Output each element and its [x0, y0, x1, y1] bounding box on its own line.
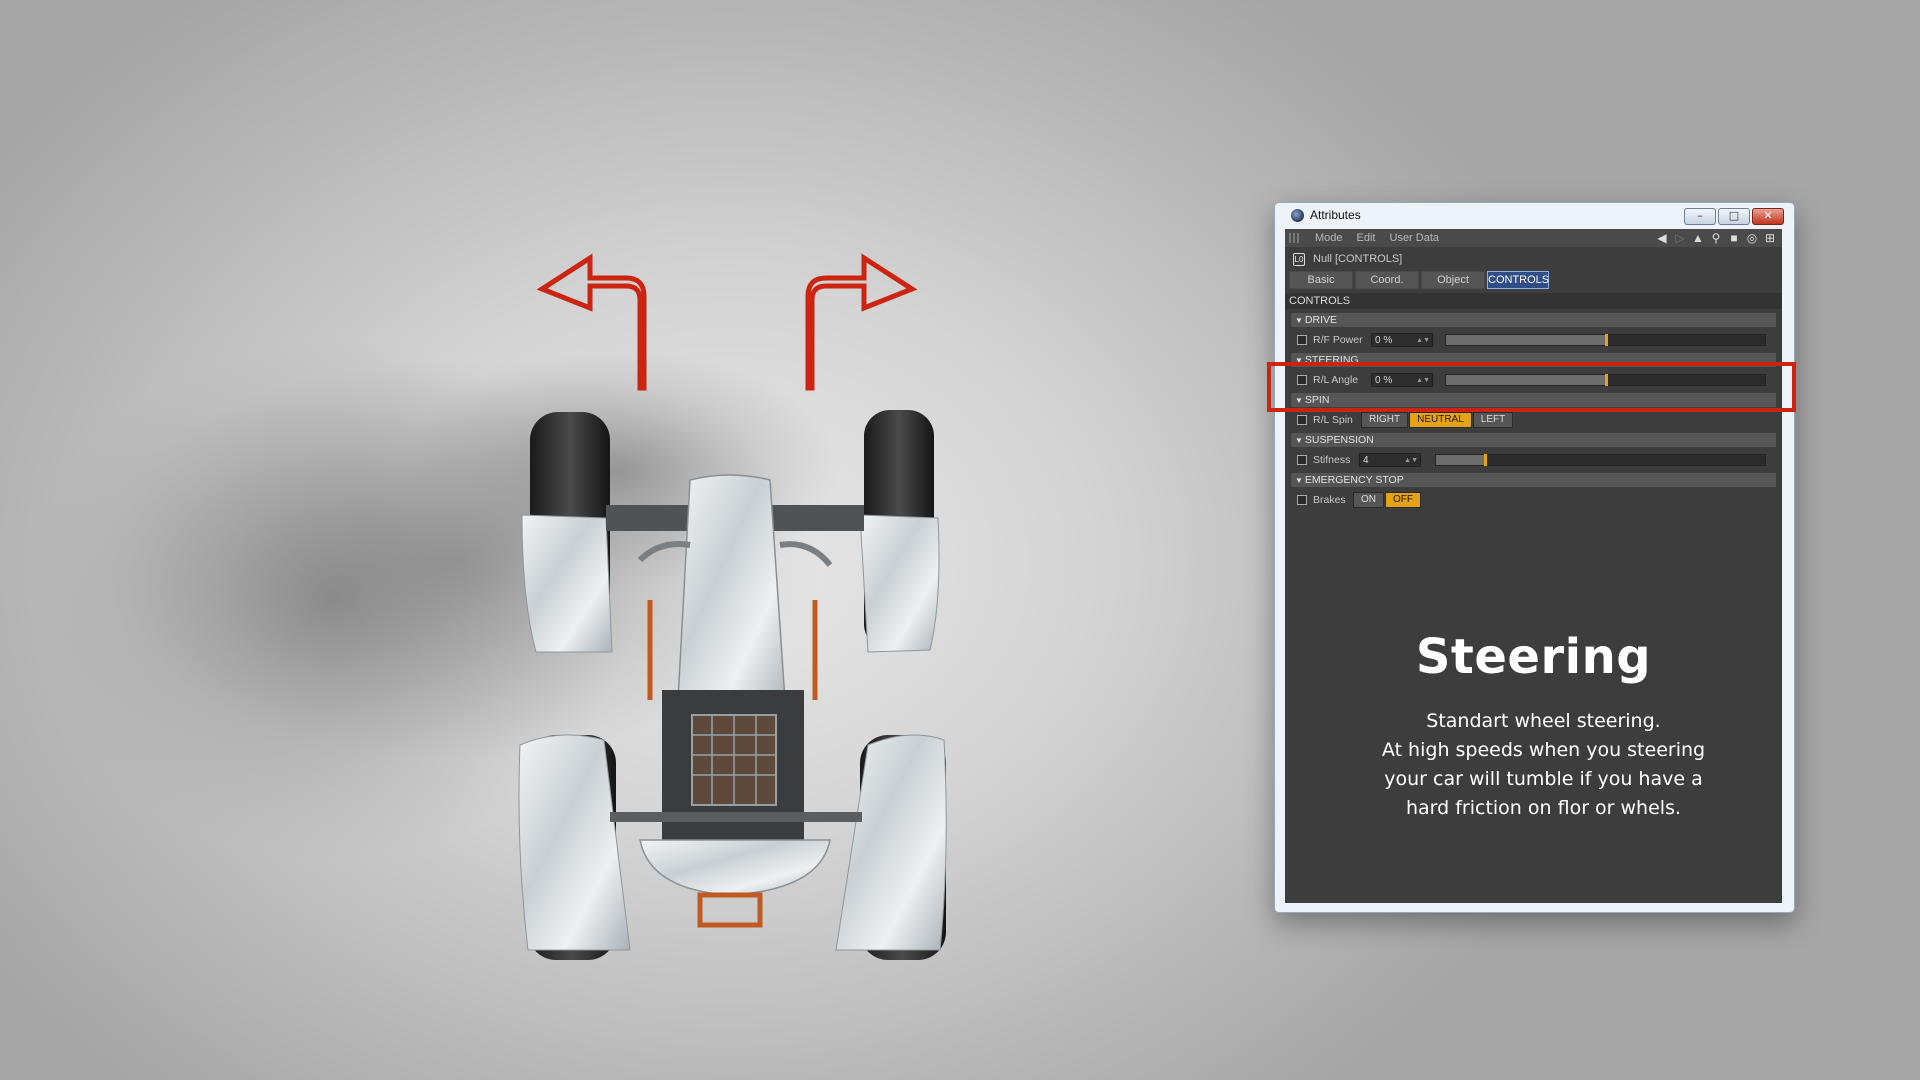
info-heading: Steering — [1415, 629, 1652, 685]
menu-bar: Mode Edit User Data ◀ ▷ ▲ ⚲ ■ ◎ ⊞ — [1285, 229, 1782, 247]
attributes-panel: Mode Edit User Data ◀ ▷ ▲ ⚲ ■ ◎ ⊞ L0 Nul… — [1285, 229, 1782, 903]
null-object-icon: L0 — [1293, 252, 1305, 266]
menu-edit[interactable]: Edit — [1357, 232, 1376, 244]
brakes-segmented-control: ON OFF — [1353, 492, 1421, 508]
param-rl-spin: R/L Spin RIGHT NEUTRAL LEFT — [1291, 411, 1776, 429]
group-emergency-title: EMERGENCY STOP — [1304, 474, 1404, 486]
spin-neutral-button[interactable]: NEUTRAL — [1409, 412, 1472, 428]
keyframe-toggle-icon[interactable] — [1297, 335, 1307, 345]
object-header: L0 Null [CONTROLS] — [1285, 247, 1782, 271]
info-line: At high speeds when you steering — [1381, 739, 1706, 761]
tab-basic[interactable]: Basic — [1289, 271, 1353, 289]
brakes-on-button[interactable]: ON — [1353, 492, 1384, 508]
search-icon[interactable]: ⚲ — [1710, 231, 1722, 245]
group-drive-title: DRIVE — [1304, 314, 1338, 326]
attributes-window: Attributes – □ ✕ Mode Edit User Data ◀ ▷… — [1274, 202, 1795, 913]
collapse-triangle-icon[interactable]: ▼ — [1295, 316, 1303, 325]
back-arrow-icon[interactable]: ◀ — [1656, 231, 1668, 245]
group-suspension-title: SUSPENSION — [1304, 434, 1374, 446]
maximize-button[interactable]: □ — [1718, 208, 1750, 225]
window-title: Attributes — [1310, 208, 1361, 222]
stepper-arrows-icon[interactable]: ▲▼ — [1404, 454, 1418, 468]
param-brakes: Brakes ON OFF — [1291, 491, 1776, 509]
new-panel-icon[interactable]: ⊞ — [1764, 231, 1776, 245]
collapse-triangle-icon[interactable]: ▼ — [1295, 476, 1303, 485]
app-icon — [1291, 208, 1304, 222]
menu-mode[interactable]: Mode — [1315, 232, 1343, 244]
section-title: CONTROLS — [1285, 293, 1782, 309]
collapse-triangle-icon[interactable]: ▼ — [1295, 436, 1303, 445]
tab-object[interactable]: Object — [1421, 271, 1485, 289]
turn-right-arrow-icon — [805, 253, 918, 391]
stiffness-slider[interactable] — [1435, 454, 1766, 466]
window-titlebar[interactable]: Attributes – □ ✕ — [1275, 203, 1794, 227]
info-line: Standart wheel steering. — [1426, 710, 1661, 732]
info-description: Standart wheel steering. At high speeds … — [1305, 707, 1782, 823]
tab-controls[interactable]: CONTROLS — [1487, 271, 1549, 289]
keyframe-toggle-icon[interactable] — [1297, 495, 1307, 505]
brakes-off-button[interactable]: OFF — [1385, 492, 1421, 508]
close-button[interactable]: ✕ — [1752, 208, 1784, 225]
slider-fill — [1446, 335, 1606, 345]
param-stiffness: Stifness 4 ▲▼ — [1291, 451, 1776, 469]
info-line: your car will tumble if you have a — [1384, 768, 1703, 790]
object-name: Null [CONTROLS] — [1313, 253, 1403, 265]
stiffness-input[interactable]: 4 ▲▼ — [1359, 453, 1421, 467]
stepper-arrows-icon[interactable]: ▲▼ — [1416, 334, 1430, 348]
rf-power-input[interactable]: 0 % ▲▼ — [1371, 333, 1433, 347]
rf-power-slider[interactable] — [1445, 334, 1766, 346]
slider-knob[interactable] — [1484, 454, 1488, 466]
spin-right-button[interactable]: RIGHT — [1361, 412, 1409, 428]
steering-highlight-box — [1267, 362, 1796, 412]
stiffness-value: 4 — [1363, 455, 1369, 466]
group-emergency-stop[interactable]: ▼ EMERGENCY STOP — [1291, 473, 1776, 487]
keyframe-toggle-icon[interactable] — [1297, 455, 1307, 465]
group-suspension[interactable]: ▼ SUSPENSION — [1291, 433, 1776, 447]
param-rf-power: R/F Power 0 % ▲▼ — [1291, 331, 1776, 349]
slider-fill — [1436, 455, 1486, 465]
grip-icon[interactable] — [1289, 233, 1301, 243]
param-label: Brakes — [1313, 494, 1346, 506]
info-line: hard friction on flor or whels. — [1405, 797, 1682, 819]
minimize-button[interactable]: – — [1684, 208, 1716, 225]
slider-knob[interactable] — [1604, 334, 1608, 346]
target-icon[interactable]: ◎ — [1746, 231, 1758, 245]
rf-power-value: 0 % — [1375, 335, 1393, 346]
param-label: R/F Power — [1313, 334, 1363, 346]
forward-arrow-icon[interactable]: ▷ — [1674, 231, 1686, 245]
spin-segmented-control: RIGHT NEUTRAL LEFT — [1361, 412, 1514, 428]
tab-coord[interactable]: Coord. — [1355, 271, 1419, 289]
spin-left-button[interactable]: LEFT — [1472, 412, 1514, 428]
menu-user-data[interactable]: User Data — [1390, 232, 1440, 244]
pointer-icon[interactable]: ▲ — [1692, 231, 1704, 245]
param-label: R/L Spin — [1313, 414, 1353, 426]
lock-icon[interactable]: ■ — [1728, 231, 1740, 245]
keyframe-toggle-icon[interactable] — [1297, 415, 1307, 425]
param-label: Stifness — [1313, 454, 1351, 466]
group-drive[interactable]: ▼ DRIVE — [1291, 313, 1776, 327]
tab-bar: Basic Coord. Object CONTROLS — [1289, 271, 1782, 289]
